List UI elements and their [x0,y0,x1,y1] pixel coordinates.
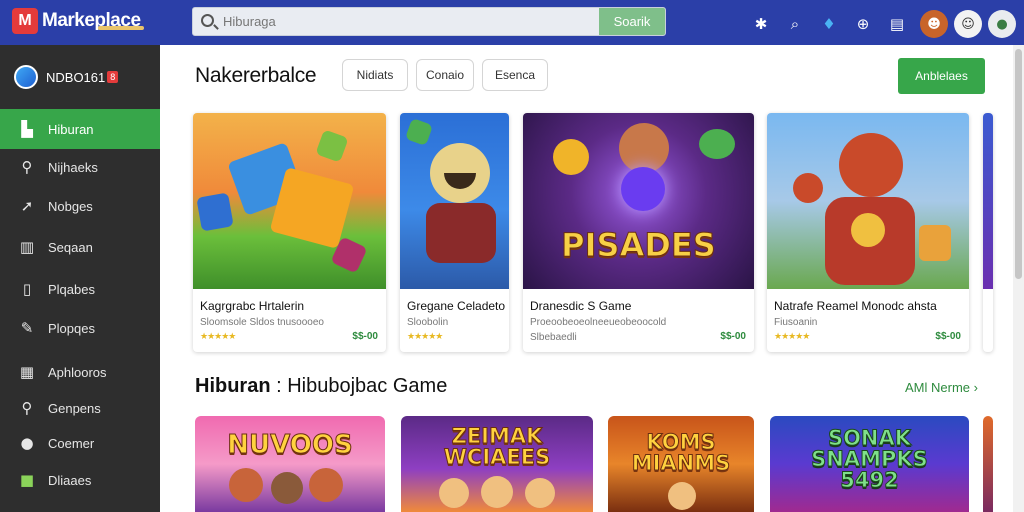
sidebar: NDBO161 8 ▙ Hiburan ⚲ Nijhaeks ➚ Nobges … [0,45,160,512]
rating-stars: ★★★★★ [407,332,443,342]
pin-icon: ➚ [20,197,34,215]
card-subtitle-secondary: Slbebaedli [530,332,577,343]
user-avatar[interactable]: ● [988,10,1016,38]
card-price: $$-00 [720,331,746,342]
person-avatar[interactable]: ☺ [954,10,982,38]
card-subtitle: Sloobolin [407,317,449,328]
search-icon [201,14,214,27]
card-title: Gregane Celadeto [407,299,506,313]
apps-icon: ▦ [19,363,35,381]
settings-icon[interactable]: ✱ [750,13,772,35]
card-price: $$-00 [352,331,378,342]
game-thumbnail [983,113,993,289]
search-button[interactable]: Soarik [599,8,665,35]
card-title: Dranesdic S Game [530,299,632,313]
monkey-avatar[interactable]: ☻ [920,10,948,38]
sidebar-item-aphlooros[interactable]: ▦ Aphlooros [0,352,160,392]
sidebar-item-seqaan[interactable]: ▥ Seqaan [0,227,160,267]
section-title: Hiburan : Hibubojbac Game [195,375,447,398]
card-art-title: PISADES [561,226,717,264]
search-input[interactable] [219,8,589,35]
sidebar-item-label: Nobges [48,198,93,214]
sidebar-item-label: Coemer [48,435,95,451]
sidebar-item-label: Aphlooros [48,364,107,380]
filter-chip[interactable]: Conaio [416,59,474,91]
sidebar-item-label: Nijhaeks [48,159,98,175]
chart-icon: ▥ [19,238,35,256]
top-bar: M Markeplace Soarik ✱ ⌕ ♦ ⊕ ▤ ☻ ☺ ● [0,0,1024,45]
game-card[interactable]: Kagrgrabc Hrtalerin Sloomsole Sldos tnus… [193,113,386,352]
card-subtitle: Fiusoanin [774,317,818,328]
game-thumbnail [767,113,969,289]
search-icon: ⚲ [21,158,33,176]
document-icon[interactable]: ▤ [886,13,908,35]
rating-stars: ★★★★★ [774,332,810,342]
sidebar-item-genpens[interactable]: ⚲ Genpens [0,388,160,428]
game-card[interactable]: PISADES Dranesdic S Game Proeoobeoeolnee… [523,113,754,352]
marketplace-logo-icon: M [12,8,38,34]
game-thumbnail [400,113,509,289]
see-more-link[interactable]: AMl Nerme › [905,380,978,395]
scrollbar[interactable] [1013,45,1024,512]
sidebar-item-plopqes[interactable]: ✎ Plopqes [0,308,160,348]
rating-stars: ★★★★★ [200,332,236,342]
section-title-rest: : Hibubojbac Game [276,375,448,397]
card-title: Natrafe Reamel Monodc ahsta [774,299,937,313]
primary-action-button[interactable]: Anblelaes [898,58,985,94]
account-badge: 8 [107,71,119,83]
sidebar-item-dliaaes[interactable]: ■ Dliaaes [0,460,160,500]
card-price: $$-00 [935,331,961,342]
twitter-icon[interactable]: ♦ [818,13,840,35]
game-tile-title: KOMS MIANMS [631,430,731,475]
sidebar-item-coemer[interactable]: ● Coemer [0,423,160,463]
game-tile-title: NUVOOS [227,430,353,460]
game-tile[interactable]: SONAK SNAMPKS 5492 [770,416,969,512]
edit-icon: ✎ [20,319,34,337]
section-title-bold: Hiburan [195,375,271,397]
game-card[interactable]: Gregane Celadeto Sloobolin ★★★★★ [400,113,509,352]
location-icon: ⚲ [21,399,33,417]
sidebar-item-label: Genpens [48,400,101,416]
sidebar-item-nijhaeks[interactable]: ⚲ Nijhaeks [0,147,160,187]
page-title: Nakererbalce [195,64,317,87]
game-tile-title: ZEIMAK WCIAEES [443,424,551,469]
game-tile[interactable]: NUVOOS [195,416,385,512]
sidebar-item-label: Plopqes [48,320,95,336]
game-thumbnail: PISADES [523,113,754,289]
game-card[interactable]: Natrafe Reamel Monodc ahsta Fiusoanin ★★… [767,113,969,352]
game-tile[interactable]: ZEIMAK WCIAEES [401,416,593,512]
sidebar-item-nobges[interactable]: ➚ Nobges [0,186,160,226]
account-name: NDBO161 [46,69,106,85]
header-icons: ✱ ⌕ ♦ ⊕ ▤ ☻ ☺ ● [750,10,1016,38]
sidebar-item-label: Seqaan [48,239,93,255]
scrollbar-thumb[interactable] [1015,49,1022,279]
sidebar-item-label: Plqabes [48,281,95,297]
sidebar-account[interactable]: NDBO161 8 [14,65,119,89]
game-tile-title: SONAK SNAMPKS 5492 [811,426,929,492]
entertainment-icon: ▙ [21,120,33,138]
game-tile-partial[interactable] [983,416,993,512]
document-icon: ▯ [22,280,32,298]
game-card-partial[interactable] [983,113,993,352]
filter-chip[interactable]: Esenca [482,59,548,91]
brand-tagline-bar [98,26,144,30]
filter-chip[interactable]: Nidiats [342,59,408,91]
game-tile[interactable]: KOMS MIANMS [608,416,754,512]
search-icon[interactable]: ⌕ [784,13,806,35]
sidebar-item-label: Dliaaes [48,472,92,488]
circle-icon: ● [20,434,34,452]
sidebar-item-label: Hiburan [48,121,94,137]
sidebar-item-hiburan[interactable]: ▙ Hiburan [0,109,160,149]
sidebar-item-plqabes[interactable]: ▯ Plqabes [0,269,160,309]
card-subtitle: Sloomsole Sldos tnusoooeo [200,317,324,328]
box-icon: ■ [19,471,35,489]
account-logo-icon [14,65,38,89]
card-subtitle: Proeoobeoeolneeueobeoocold [530,317,667,328]
search-bar: Soarik [192,7,666,36]
globe-icon[interactable]: ⊕ [852,13,874,35]
brand[interactable]: M Markeplace [12,8,141,34]
card-title: Kagrgrabc Hrtalerin [200,299,305,313]
game-thumbnail [193,113,386,289]
